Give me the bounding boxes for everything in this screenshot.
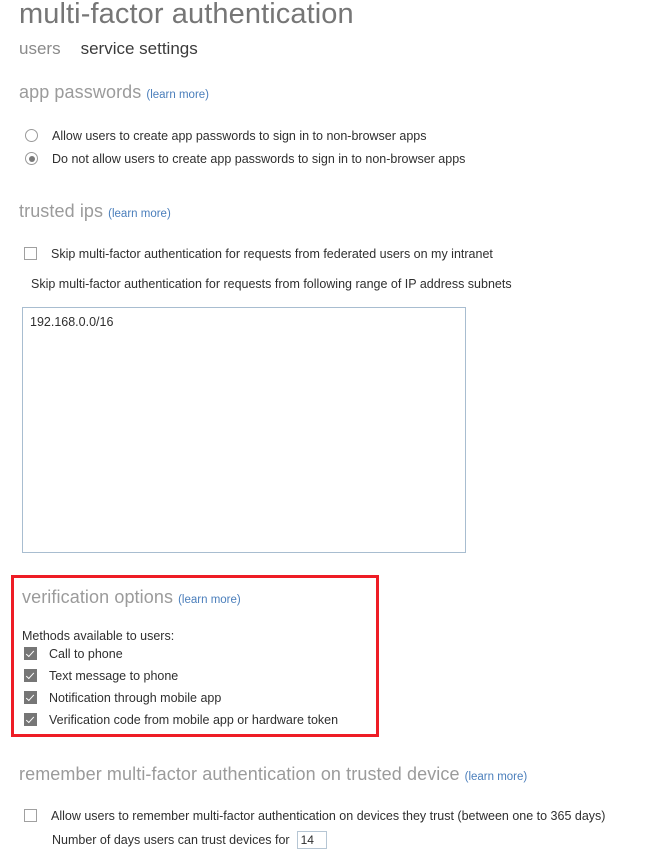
section-heading-verification-options: verification options (learn more)	[22, 587, 241, 608]
checkbox-skip-federated-users[interactable]	[24, 247, 37, 260]
trust-days-input[interactable]	[296, 831, 327, 849]
radio-label-allow-app-passwords: Allow users to create app passwords to s…	[52, 129, 427, 143]
checkbox-allow-remember-device[interactable]	[24, 809, 37, 822]
learn-more-link-verification-options[interactable]: (learn more)	[178, 594, 241, 606]
section-heading-trusted-ips: trusted ips (learn more)	[19, 201, 171, 222]
checkbox-row-text-message-to-phone[interactable]: Text message to phone	[24, 669, 178, 684]
section-title-verification-options: verification options	[22, 587, 174, 607]
radio-disallow-app-passwords[interactable]	[25, 152, 38, 165]
radio-row-allow-app-passwords[interactable]: Allow users to create app passwords to s…	[25, 129, 427, 144]
learn-more-link-remember-mfa[interactable]: (learn more)	[465, 771, 528, 783]
checkbox-label-allow-remember-device: Allow users to remember multi-factor aut…	[51, 809, 606, 823]
checkbox-notification-through-mobile-app[interactable]	[24, 691, 37, 704]
checkbox-verification-code-mobile-app-or-token[interactable]	[24, 713, 37, 726]
checkbox-row-call-to-phone[interactable]: Call to phone	[24, 647, 123, 662]
ip-subnets-textarea[interactable]	[22, 307, 466, 553]
subnet-description: Skip multi-factor authentication for req…	[31, 277, 512, 292]
methods-available-label-row: Methods available to users:	[22, 629, 174, 644]
service-settings-page: multi-factor authentication users servic…	[0, 0, 657, 849]
section-heading-remember-mfa: remember multi-factor authentication on …	[19, 764, 527, 785]
page-title: multi-factor authentication	[19, 0, 354, 30]
checkbox-label-verification-code-mobile-app-or-token: Verification code from mobile app or har…	[49, 713, 339, 727]
radio-label-disallow-app-passwords: Do not allow users to create app passwor…	[52, 152, 466, 166]
checkbox-row-skip-federated[interactable]: Skip multi-factor authentication for req…	[24, 247, 493, 262]
trust-days-row: Number of days users can trust devices f…	[52, 831, 327, 849]
methods-available-label: Methods available to users:	[22, 629, 175, 643]
checkbox-row-notification-mobile-app[interactable]: Notification through mobile app	[24, 691, 221, 706]
tab-users[interactable]: users	[19, 39, 61, 59]
radio-row-disallow-app-passwords[interactable]: Do not allow users to create app passwor…	[25, 152, 465, 167]
learn-more-link-app-passwords[interactable]: (learn more)	[146, 89, 209, 101]
checkbox-label-skip-federated-users: Skip multi-factor authentication for req…	[51, 247, 493, 261]
section-title-remember-mfa: remember multi-factor authentication on …	[19, 764, 460, 784]
checkbox-label-notification-through-mobile-app: Notification through mobile app	[49, 691, 222, 705]
checkbox-label-text-message-to-phone: Text message to phone	[49, 669, 179, 683]
section-heading-app-passwords: app passwords (learn more)	[19, 82, 209, 103]
checkbox-row-allow-remember-device[interactable]: Allow users to remember multi-factor aut…	[24, 809, 605, 824]
radio-allow-app-passwords[interactable]	[25, 129, 38, 142]
checkbox-call-to-phone[interactable]	[24, 647, 37, 660]
tab-bar: users service settings	[19, 39, 198, 59]
trust-days-label: Number of days users can trust devices f…	[52, 833, 290, 847]
subnet-description-label: Skip multi-factor authentication for req…	[31, 277, 512, 291]
checkbox-row-verification-code[interactable]: Verification code from mobile app or har…	[24, 713, 338, 728]
learn-more-link-trusted-ips[interactable]: (learn more)	[108, 208, 171, 220]
tab-service-settings[interactable]: service settings	[81, 39, 198, 59]
checkbox-text-message-to-phone[interactable]	[24, 669, 37, 682]
section-title-trusted-ips: trusted ips	[19, 201, 104, 221]
section-title-app-passwords: app passwords	[19, 82, 142, 102]
checkbox-label-call-to-phone: Call to phone	[49, 647, 123, 661]
